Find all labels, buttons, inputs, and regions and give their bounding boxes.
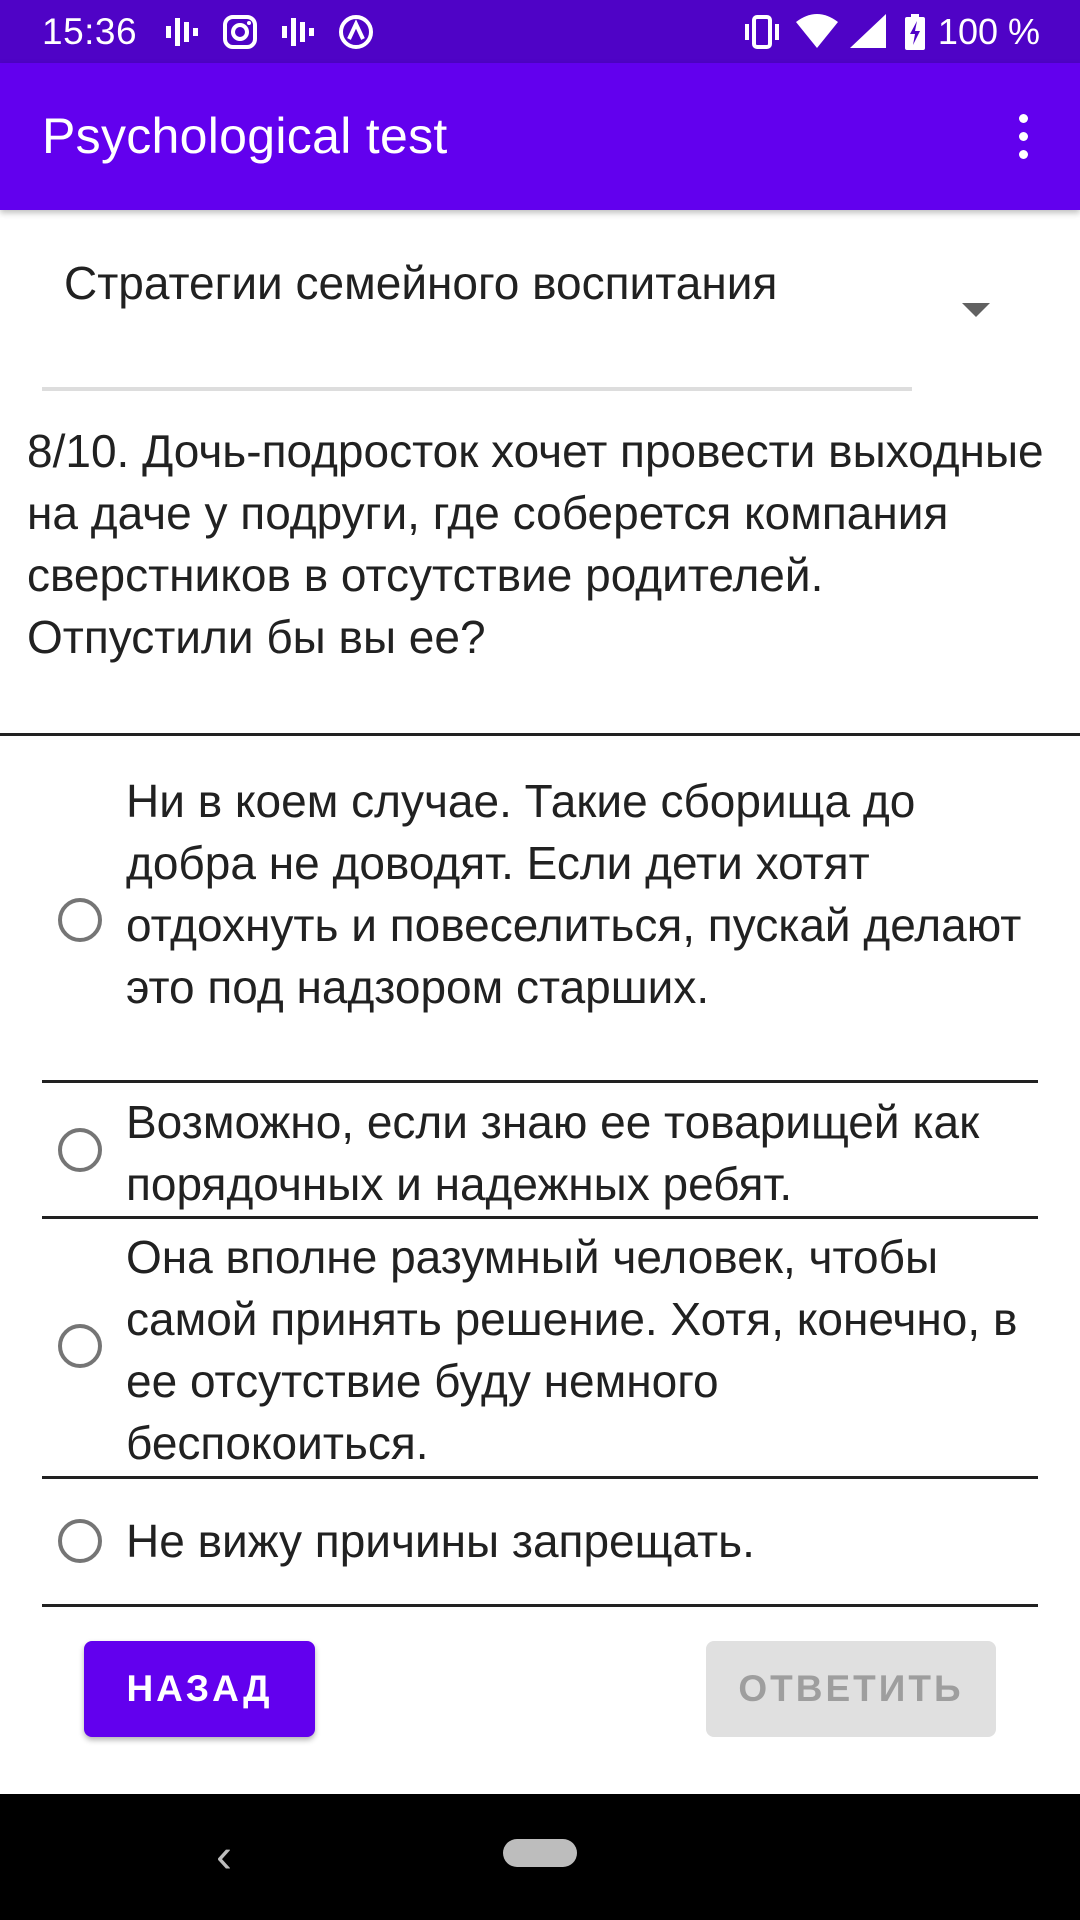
divider [42,1080,1038,1083]
cell-signal-icon [850,14,886,48]
spinner-underline [42,387,912,391]
app-title: Psychological test [42,108,448,164]
navigation-bar: ‹ [0,1794,1080,1920]
answer-button[interactable]: ОТВЕТИТЬ [706,1641,996,1737]
answer-option-4[interactable]: Не вижу причины запрещать. [42,1510,1038,1590]
question-text: 8/10. Дочь-подросток хочет провести выхо… [27,425,1044,663]
battery-percent: 100 % [937,11,1040,52]
status-time: 15:36 [42,11,138,52]
battery-charging-icon [905,14,925,50]
radio-button-icon[interactable] [58,1128,102,1172]
radio-button-icon[interactable] [58,898,102,942]
divider [42,1476,1038,1479]
more-vert-icon[interactable] [990,103,1056,169]
radio-button-icon[interactable] [58,1324,102,1368]
answer-option-1[interactable]: Ни в коем случае. Такие сборища до добра… [42,770,1038,1080]
answer-option-3[interactable]: Она вполне разумный человек, чтобы самой… [42,1226,1038,1476]
option-label: Ни в коем случае. Такие сборища до добра… [126,775,1022,1013]
app-bar: Psychological test [0,63,1080,210]
answer-option-2[interactable]: Возможно, если знаю ее товарищей как пор… [42,1091,1038,1216]
divider [42,1216,1038,1219]
option-label: Возможно, если знаю ее товарищей как пор… [126,1096,980,1210]
back-button[interactable]: НАЗАД [84,1641,315,1737]
nav-back-icon[interactable]: ‹ [216,1824,232,1890]
status-bar: 15:36 100 % [0,0,1080,63]
divider [0,733,1080,736]
nav-home-icon[interactable] [503,1839,577,1867]
spinner-selected-value: Стратегии семейного воспитания [64,257,778,309]
instagram-icon [223,15,257,49]
radio-button-icon[interactable] [58,1519,102,1563]
vibrate-icon [745,15,779,49]
signal-bars-icon [166,18,198,46]
circle-a-icon [339,15,373,49]
divider [42,1604,1038,1607]
option-label: Она вполне разумный человек, чтобы самой… [126,1231,1018,1469]
wifi-icon [796,14,838,48]
dropdown-arrow-icon[interactable] [962,303,990,317]
signal-bars-icon [282,18,314,46]
option-label: Не вижу причины запрещать. [126,1515,755,1567]
category-spinner[interactable]: Стратегии семейного воспитания [42,246,912,391]
